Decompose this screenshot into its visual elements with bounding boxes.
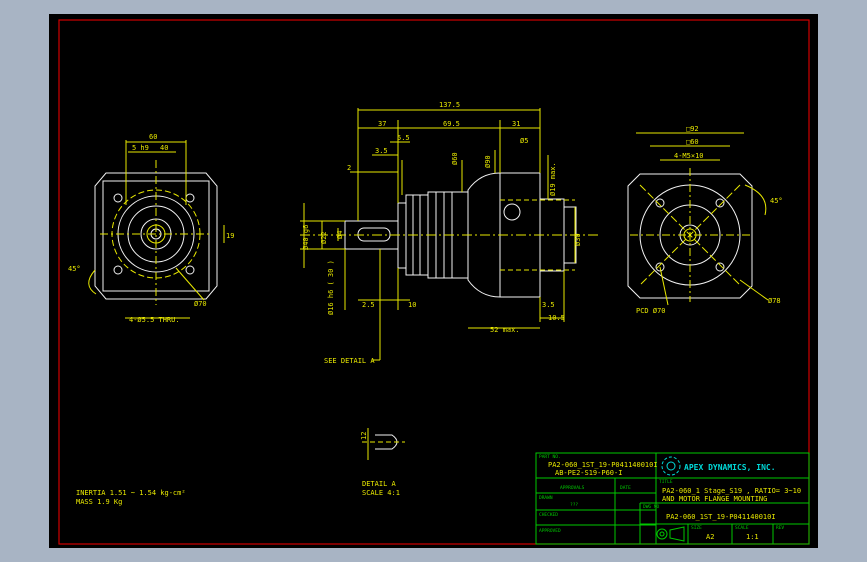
tb-scale-value: 1:1 [746, 533, 759, 541]
see-detail-label: SEE DETAIL A [324, 357, 375, 365]
tb-company: APEX DYNAMICS, INC. [684, 463, 776, 472]
dim-2: 2 [347, 164, 351, 172]
tb-size-label: SIZE [691, 525, 702, 531]
tb-dwg-label: DWG NO [643, 504, 660, 510]
motor-view: □92 □60 4-M5×10 45° Ø78 PCD Ø70 [627, 125, 783, 315]
motor-dim-d78: Ø78 [768, 297, 781, 305]
dim-19max: Ø19 max. [549, 162, 557, 196]
motor-leader [659, 266, 669, 306]
dim-16h6: Ø16 h6 ( 30 ) [327, 260, 335, 315]
front-dim-angle: 45° [68, 265, 81, 273]
front-hole [185, 265, 195, 275]
front-dim-side: 19 [226, 232, 234, 240]
detail-scale: SCALE 4:1 [362, 489, 400, 497]
dim-52max: 52 max. [490, 326, 520, 334]
projection-symbol-icon [656, 528, 668, 540]
dim-10-5: 10.5 [548, 314, 565, 322]
dim-60: Ø60 [451, 152, 459, 165]
front-hole [113, 193, 123, 203]
tb-part-no-2: AB-PE2-S19-P60-I [555, 469, 622, 477]
dim-31: 31 [512, 120, 520, 128]
tb-drawn-value: ??? [570, 502, 578, 508]
dim-40g6: Ø40 g6 [302, 225, 310, 250]
note-mass: MASS 1.9 Kg [76, 498, 122, 506]
tb-part-no-label: PART NO. [539, 454, 561, 460]
detail-dim: 12 [360, 432, 368, 440]
front-leader [175, 267, 205, 301]
front-dim-holes: 4-Ø5.5 THRU. [129, 316, 180, 324]
motor-dim-pcd: PCD Ø70 [636, 307, 666, 315]
motor-dim-sq60: □60 [686, 138, 699, 146]
front-dim-key-width: 5 h9 [132, 144, 149, 152]
tb-scale-label: SCALE [735, 525, 749, 531]
motor-dim-tap: 4-M5×10 [674, 152, 704, 160]
dim-3-5b: 3.5 [542, 301, 555, 309]
dim-69-5: 69.5 [443, 120, 460, 128]
drawing-canvas[interactable]: 60 5 h9 40 19 45° Ø70 4-Ø5.5 THRU. 137.5… [0, 0, 867, 562]
detail-view: 12 DETAIL A SCALE 4:1 [360, 428, 405, 497]
motor-dim-sq92: □92 [686, 125, 699, 133]
cad-drawing-viewport[interactable]: 60 5 h9 40 19 45° Ø70 4-Ø5.5 THRU. 137.5… [0, 0, 867, 562]
tb-approvals-label: APPROVALS [560, 485, 585, 491]
company-logo-icon [661, 456, 681, 476]
tb-checked-label: CHECKED [539, 512, 558, 518]
detail-label: DETAIL A [362, 480, 397, 488]
dim-37: 37 [378, 120, 386, 128]
tb-drawn-label: DRAWN [539, 495, 553, 501]
dim-05: Ø5 [520, 137, 528, 145]
motor-hole [655, 198, 665, 208]
dim-3-5: 3.5 [375, 147, 388, 155]
motor-leader [739, 279, 769, 301]
projection-symbol-icon [669, 526, 685, 542]
front-dim-key-height: 40 [160, 144, 168, 152]
company-logo-icon [666, 461, 676, 471]
side-view: 137.5 37 69.5 31 5.5 3.5 2 Ø60 Ø90 Ø5 Ø1… [300, 101, 600, 365]
adapter-hole [503, 203, 521, 221]
note-inertia: INERTIA 1.51 ~ 1.54 kg-cm² [76, 489, 186, 497]
tb-rev-label: REV [776, 525, 784, 531]
title-block: PART NO. PA2-060_1ST_19-P041140010I AB-P… [535, 452, 810, 545]
dim-90: Ø90 [484, 155, 492, 168]
front-hole [113, 265, 123, 275]
dim-22: Ø22 [320, 231, 328, 244]
tb-size-value: A2 [706, 533, 714, 541]
tb-title-label: TITLE [659, 479, 673, 485]
tb-dwg-value: PA2-060_1ST_19-P041140010I [666, 513, 776, 521]
front-dim-pcd: Ø70 [194, 300, 207, 308]
front-dim-width: 60 [149, 133, 157, 141]
motor-dim-angle: 45° [770, 197, 783, 205]
motor-hole [715, 262, 725, 272]
tb-date-label: DATE [620, 485, 631, 491]
dim-10: 10 [408, 301, 416, 309]
dim-2-5: 2.5 [362, 301, 375, 309]
dim-overall: 137.5 [439, 101, 460, 109]
tb-title-1: PA2-060_1 Stage_S19 , RATIO= 3~10 [662, 487, 801, 495]
dim-small: Ø4 [336, 231, 344, 239]
front-view: 60 5 h9 40 19 45° Ø70 4-Ø5.5 THRU. [68, 133, 234, 324]
motor-hole [715, 198, 725, 208]
tb-title-2: AND MOTOR FLANGE MOUNTING [662, 495, 767, 503]
projection-symbol-icon [659, 531, 665, 537]
tb-approved-label: APPROVED [539, 528, 561, 534]
dim-5-5: 5.5 [397, 134, 410, 142]
front-hole [185, 193, 195, 203]
motor-angle-arc [744, 184, 767, 216]
tb-part-no-1: PA2-060_1ST_19-P041140010I [548, 461, 658, 469]
